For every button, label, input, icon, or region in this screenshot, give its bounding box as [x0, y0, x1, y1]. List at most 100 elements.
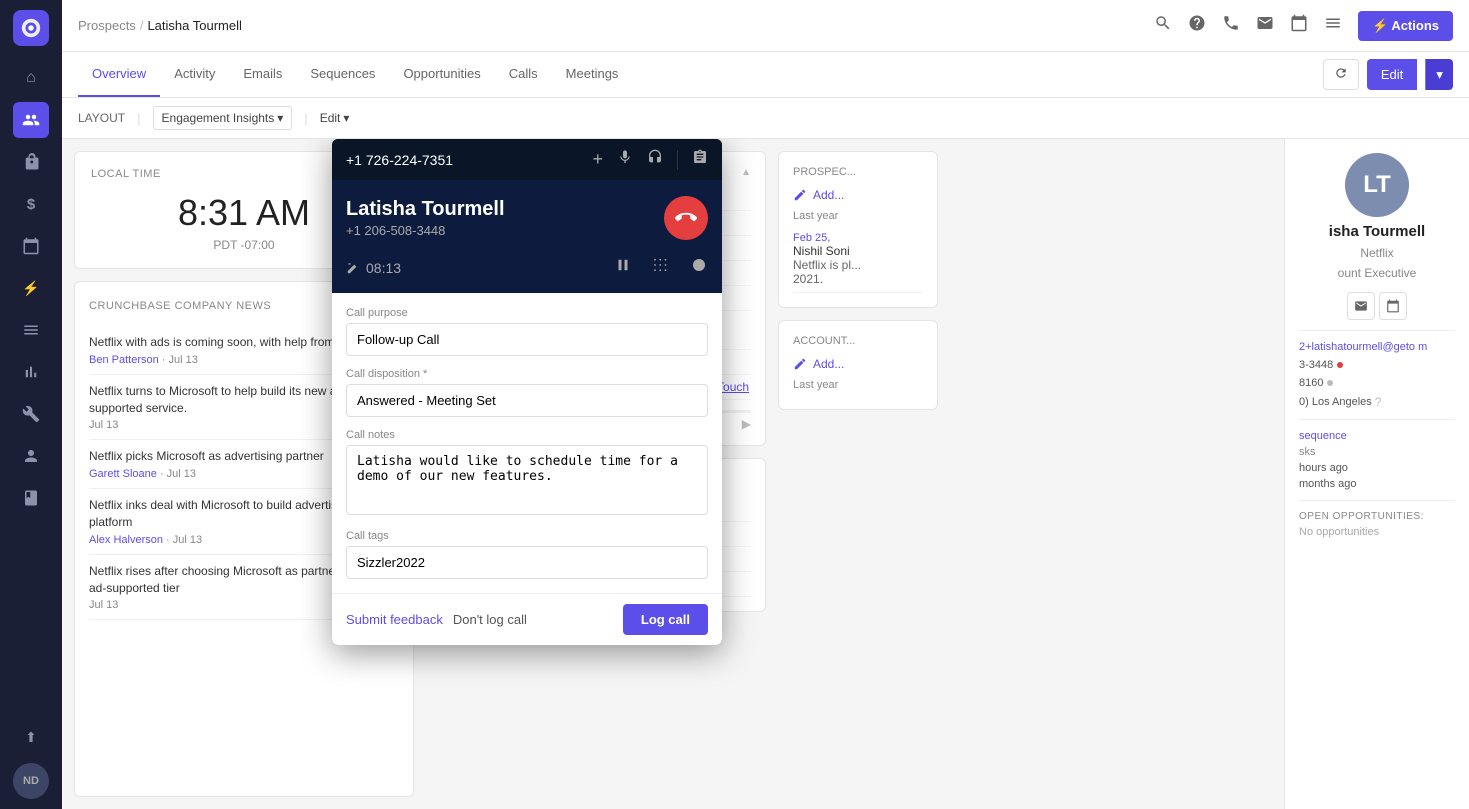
phone-status-dot [1337, 362, 1343, 368]
call-disposition-select[interactable]: Answered - Meeting Set Left Voicemail No… [346, 384, 708, 417]
sidebar-item-home[interactable]: ⌂ [13, 60, 49, 96]
edit-arrow-button[interactable]: ▾ [1425, 59, 1453, 90]
sidebar-item-dollar[interactable]: $ [13, 186, 49, 222]
submit-feedback-button[interactable]: Submit feedback [346, 612, 443, 627]
contact-title: ount Executive [1338, 266, 1417, 280]
sidebar: ⌂ $ ⚡ ⬆ ND [0, 0, 62, 809]
phone-icon[interactable] [1222, 14, 1240, 37]
sidebar-item-lightning[interactable]: ⚡ [13, 270, 49, 306]
open-opps-title: OPEN OPPORTUNITIES: [1299, 511, 1455, 522]
tab-calls[interactable]: Calls [495, 52, 552, 97]
tab-opportunities[interactable]: Opportunities [389, 52, 494, 97]
topbar-icons [1154, 14, 1342, 37]
edit-button[interactable]: Edit [1367, 59, 1417, 90]
breadcrumb-sep: / [140, 18, 144, 33]
tab-activity[interactable]: Activity [160, 52, 229, 97]
content-area: Local Time 8:31 AM PDT -07:00 Crunchbase… [62, 139, 1469, 809]
calendar-icon[interactable] [1290, 14, 1308, 37]
log-call-button[interactable]: Log call [623, 604, 708, 635]
contact-phone2: 8160 [1299, 377, 1323, 389]
account-panel: Account... Add... Last year [778, 320, 938, 410]
scroll-right-arrow[interactable]: ▶ [742, 417, 751, 431]
call-info: Latisha Tourmell +1 206-508-3448 [332, 180, 722, 250]
actions-button[interactable]: ⚡ Actions [1358, 11, 1453, 41]
insights-label: Engagement Insights [162, 111, 275, 125]
end-call-button[interactable] [664, 196, 708, 240]
open-opportunities: OPEN OPPORTUNITIES: No opportunities [1299, 511, 1455, 538]
search-icon[interactable] [1154, 14, 1172, 37]
call-notes-field: Call notes Latisha would like to schedul… [346, 429, 708, 518]
layout-edit-button[interactable]: Edit ▾ [320, 111, 350, 125]
tab-overview[interactable]: Overview [78, 52, 160, 97]
mail-icon[interactable] [1256, 14, 1274, 37]
location-help[interactable]: ? [1375, 395, 1382, 409]
fields-scroll-up[interactable]: ▲ [741, 167, 751, 178]
last-year-label: Last year [793, 210, 923, 222]
call-contact-info: Latisha Tourmell +1 206-508-3448 [346, 198, 505, 238]
clipboard-icon[interactable] [692, 149, 708, 170]
menu-icon[interactable] [1324, 14, 1342, 37]
sidebar-item-calendar[interactable] [13, 228, 49, 264]
contact-phone-row: 3-3448 [1299, 359, 1455, 371]
tasks-label: sks [1299, 446, 1455, 458]
right-divider [1299, 330, 1455, 331]
contact-company: Netflix [1360, 246, 1393, 260]
call-timer-row: 08:13 [332, 250, 722, 293]
insights-chevron: ▾ [277, 111, 283, 125]
sidebar-item-person[interactable] [13, 438, 49, 474]
edit-label: Edit [320, 111, 341, 125]
sidebar-item-people[interactable] [13, 102, 49, 138]
add-account-button[interactable]: Add... [793, 357, 923, 371]
user-avatar[interactable]: ND [13, 763, 49, 799]
sidebar-item-chart[interactable] [13, 354, 49, 390]
activity-item-1: Feb 25, Nishil Soni Netflix is pl... 202… [793, 226, 923, 293]
keypad-icon[interactable] [652, 256, 670, 279]
call-tags-input[interactable]: Sizzler2022 [346, 546, 708, 579]
call-contact-phone: +1 206-508-3448 [346, 223, 505, 238]
layout-button[interactable]: LAYOUT [78, 111, 125, 125]
call-overlay: +1 726-224-7351 + [332, 139, 722, 645]
headset-icon[interactable] [647, 149, 663, 170]
help-icon[interactable] [1188, 14, 1206, 37]
contact-phone: 3-3448 [1299, 359, 1333, 371]
call-controls [614, 256, 708, 279]
sidebar-item-upload[interactable]: ⬆ [13, 719, 49, 755]
sidebar-item-tools[interactable] [13, 396, 49, 432]
months-ago: months ago [1299, 478, 1455, 490]
contact-name: isha Tourmell [1329, 223, 1425, 240]
no-opps-label: No opportunities [1299, 526, 1455, 538]
topbar: Prospects / Latisha Tourmell ⚡ [62, 0, 1469, 52]
mic-icon[interactable] [617, 149, 633, 170]
add-prospect-button[interactable]: Add... [793, 188, 923, 202]
sidebar-item-briefcase[interactable] [13, 144, 49, 180]
header-sep [677, 150, 678, 170]
call-header-icons: + [592, 149, 708, 170]
activity-desc2: 2021. [793, 272, 923, 286]
add-call-icon[interactable]: + [592, 149, 603, 170]
sequence-link[interactable]: sequence [1299, 430, 1455, 442]
refresh-button[interactable] [1323, 59, 1359, 90]
prospect-panel: Prospec... Add... Last year Feb 25, Nish… [778, 151, 938, 797]
dont-log-button[interactable]: Don't log call [453, 612, 527, 627]
call-purpose-field: Call purpose Follow-up Call Initial Call… [346, 307, 708, 356]
call-header: +1 726-224-7351 + [332, 139, 722, 180]
activity-desc: Netflix is pl... [793, 258, 923, 272]
app-logo[interactable] [13, 10, 49, 46]
tab-sequences[interactable]: Sequences [296, 52, 389, 97]
contact-action-2[interactable] [1379, 292, 1407, 320]
tab-emails[interactable]: Emails [229, 52, 296, 97]
engagement-insights-button[interactable]: Engagement Insights ▾ [153, 106, 293, 130]
sidebar-item-book[interactable] [13, 480, 49, 516]
call-disposition-label: Call disposition * [346, 368, 708, 380]
breadcrumb-parent[interactable]: Prospects [78, 18, 136, 33]
contact-action-1[interactable] [1347, 292, 1375, 320]
tab-meetings[interactable]: Meetings [552, 52, 633, 97]
activity-date: Feb 25, [793, 232, 923, 244]
record-icon[interactable] [690, 256, 708, 279]
contact-email: 2+latishatourmell@geto m [1299, 341, 1455, 353]
main-content: Prospects / Latisha Tourmell ⚡ [62, 0, 1469, 809]
call-notes-textarea[interactable]: Latisha would like to schedule time for … [346, 445, 708, 515]
hold-icon[interactable] [614, 256, 632, 279]
call-purpose-select[interactable]: Follow-up Call Initial Call Demo Check-i… [346, 323, 708, 356]
sidebar-item-lines[interactable] [13, 312, 49, 348]
